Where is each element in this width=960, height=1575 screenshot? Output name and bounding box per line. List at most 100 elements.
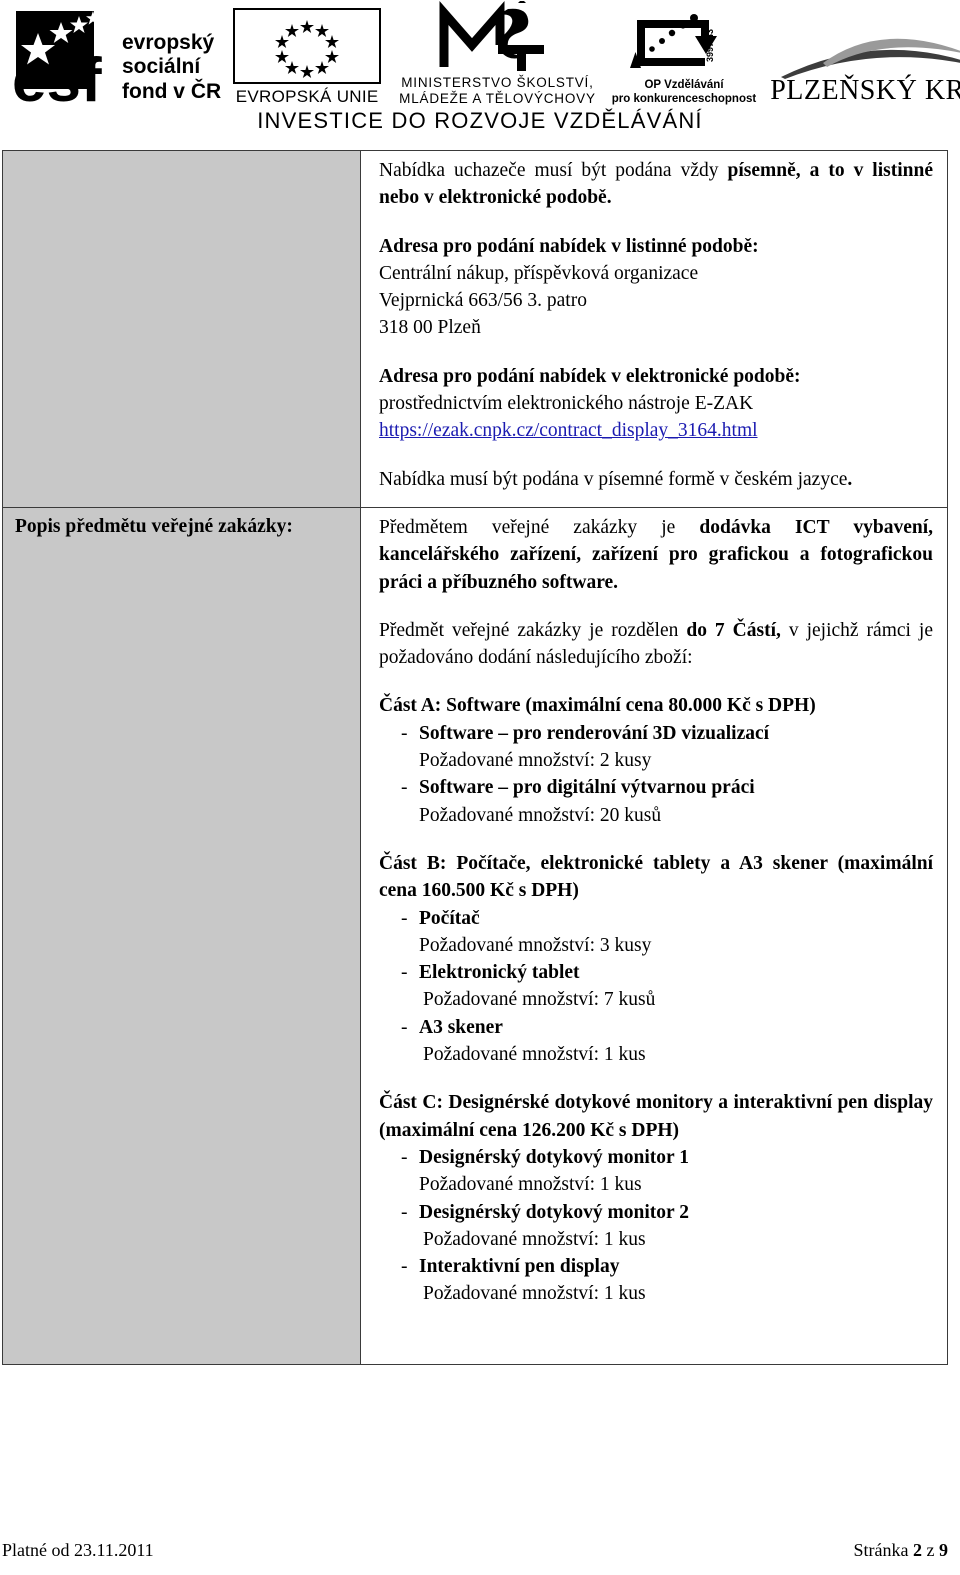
footer-page-word: Stránka: [853, 1540, 909, 1560]
eu-logo: EVROPSKÁ UNIE: [233, 8, 382, 109]
split-paragraph: Předmět veřejné zakázky je rozdělen do 7…: [379, 617, 933, 672]
bullet-dash-icon: -: [401, 722, 408, 744]
language-note-period: .: [847, 468, 853, 490]
esf-logo: esf evropský sociální fond v ČR: [8, 9, 221, 109]
bullet-dash-icon: -: [401, 1256, 408, 1278]
paper-address-line-2: Vejprnická 663/56 3. patro: [379, 290, 587, 312]
subject-paragraph: Předmětem veřejné zakázky je dodávka ICT…: [379, 514, 933, 596]
logo-row: esf evropský sociální fond v ČR EVROPSKÁ…: [8, 0, 960, 109]
paper-address-line-3: 318 00 Plzeň: [379, 317, 481, 339]
ezak-link[interactable]: https://ezak.cnpk.cz/contract_display_31…: [379, 420, 758, 441]
op-vzdelavani-logo: 3997-43 OP Vzdělávání pro konkurencescho…: [612, 12, 756, 109]
table-row-submission: Nabídka uchazeče musí být podána vždy pí…: [2, 150, 948, 508]
part-b-item-2-line: - A3 skener: [379, 1014, 933, 1041]
part-c-item-2-name: Interaktivní pen display: [419, 1256, 620, 1278]
bullet-dash-icon: -: [401, 1016, 408, 1038]
eu-flag-icon: [233, 8, 382, 84]
electronic-address-line-1: prostřednictvím elektronického nástroje …: [379, 393, 754, 415]
language-note-paragraph: Nabídka musí být podána v písemné formě …: [379, 466, 933, 493]
part-a-item-list: - Software – pro renderování 3D vizualiz…: [379, 720, 933, 829]
part-b-item-0-qty: Požadované množství: 3 kusy: [419, 934, 652, 956]
investice-slogan: INVESTICE DO ROZVOJE VZDĚLÁVÁNÍ: [257, 108, 703, 133]
esf-mark-icon: esf: [8, 9, 120, 109]
op-code-text: 3997-43: [705, 29, 715, 62]
part-c-item-1-line: - Designérský dotykový monitor 2: [379, 1199, 933, 1226]
page-footer: Platné od 23.11.2011 Stránka 2 z 9: [2, 1540, 948, 1561]
part-c-item-0-line: - Designérský dotykový monitor 1: [379, 1144, 933, 1171]
footer-page-current: 2: [913, 1540, 922, 1560]
header-logo-strip: esf evropský sociální fond v ČR EVROPSKÁ…: [0, 0, 960, 145]
submission-intro-normal: Nabídka uchazeče musí být podána vždy: [379, 160, 728, 181]
part-b-item-list: - Počítač Požadované množství: 3 kusy - …: [379, 905, 933, 1069]
part-b-item-1-qty: Požadované množství: 7 kusů: [423, 989, 656, 1011]
list-item: - Počítač Požadované množství: 3 kusy: [379, 905, 933, 960]
row2-body-cell: Předmětem veřejné zakázky je dodávka ICT…: [360, 506, 948, 1365]
op-vzdelavani-mark-icon: 3997-43: [612, 12, 756, 78]
part-a-item-1-line: - Software – pro digitální výtvarnou prá…: [379, 774, 933, 801]
list-item: - Designérský dotykový monitor 2 Požadov…: [379, 1199, 933, 1254]
svg-text:esf: esf: [12, 46, 102, 109]
plzensky-kraj-logo: PLZEŇSKÝ KRAJ: [770, 33, 960, 109]
paper-address-line-1: Centrální nákup, příspěvková organizace: [379, 262, 699, 284]
msmt-caption: MINISTERSTVO ŠKOLSTVÍ, MLÁDEŽE A TĚLOVÝC…: [399, 75, 596, 107]
plzensky-kraj-arc-icon: [770, 33, 960, 79]
list-item: - Software – pro digitální výtvarnou prá…: [379, 774, 933, 829]
part-b-item-2-name: A3 skener: [419, 1016, 503, 1038]
msmt-caption-line-2: MLÁDEŽE A TĚLOVÝCHOVY: [399, 91, 596, 107]
list-item: - Interaktivní pen display Požadované mn…: [379, 1253, 933, 1308]
list-item: - Elektronický tablet Požadované množstv…: [379, 959, 933, 1014]
part-c-item-1-name: Designérský dotykový monitor 2: [419, 1201, 689, 1223]
part-a-item-0-name: Software – pro renderování 3D vizualizac…: [419, 722, 770, 744]
esf-wordmark: evropský sociální fond v ČR: [122, 31, 221, 109]
part-c-item-1-qty: Požadované množství: 1 kus: [423, 1228, 646, 1250]
bullet-dash-icon: -: [401, 777, 408, 799]
part-c-heading: Část C: Designérské dotykové monitory a …: [379, 1092, 933, 1141]
footer-page-of: z: [926, 1540, 935, 1560]
electronic-address-heading: Adresa pro podání nabídek v elektronické…: [379, 365, 801, 387]
row2-label-cell: Popis předmětu veřejné zakázky:: [2, 506, 361, 1365]
esf-line-3: fond v ČR: [122, 80, 222, 104]
part-b-item-0-line: - Počítač: [379, 905, 933, 932]
bullet-dash-icon: -: [401, 907, 408, 929]
part-a-item-0-qty: Požadované množství: 2 kusy: [419, 750, 652, 772]
op-caption-line-2: pro konkurenceschopnost: [611, 93, 757, 106]
bullet-dash-icon: -: [401, 962, 408, 984]
msmt-caption-line-1: MINISTERSTVO ŠKOLSTVÍ,: [401, 75, 594, 91]
footer-page-number: Stránka 2 z 9: [854, 1540, 948, 1561]
part-a-heading: Část A: Software (maximální cena 80.000 …: [379, 695, 816, 717]
split-bold: do 7 Částí,: [686, 619, 781, 641]
part-a-item-1-qty: Požadované množství: 20 kusů: [419, 804, 662, 826]
language-note: Nabídka musí být podána v písemné formě …: [379, 468, 848, 490]
subject-normal: Předmětem veřejné zakázky je: [379, 516, 700, 538]
part-b-item-1-line: - Elektronický tablet: [379, 959, 933, 986]
part-b-item-2-qty: Požadované množství: 1 kus: [423, 1044, 646, 1066]
part-a-item-0-line: - Software – pro renderování 3D vizualiz…: [379, 720, 933, 747]
msmt-logo: MINISTERSTVO ŠKOLSTVÍ, MLÁDEŽE A TĚLOVÝC…: [399, 0, 596, 109]
submission-intro-paragraph: Nabídka uchazeče musí být podána vždy pí…: [379, 157, 933, 212]
bullet-dash-icon: -: [401, 1146, 408, 1168]
list-item: - Designérský dotykový monitor 1 Požadov…: [379, 1144, 933, 1199]
msmt-mark-icon: [399, 0, 596, 73]
bullet-dash-icon: -: [401, 1201, 408, 1223]
eu-caption: EVROPSKÁ UNIE: [235, 87, 379, 106]
plzensky-kraj-caption: PLZEŇSKÝ KRAJ: [770, 75, 960, 106]
esf-line-2: sociální: [122, 55, 201, 79]
row1-body-cell: Nabídka uchazeče musí být podána vždy pí…: [360, 150, 948, 508]
part-c-item-2-qty: Požadované množství: 1 kus: [423, 1283, 646, 1305]
split-normal-1: Předmět veřejné zakázky je rozdělen: [379, 619, 687, 641]
part-a-item-1-name: Software – pro digitální výtvarnou práci: [419, 777, 755, 799]
row1-label-cell: [2, 150, 361, 508]
op-caption-line-1: OP Vzdělávání: [644, 79, 724, 92]
list-item: - Software – pro renderování 3D vizualiz…: [379, 720, 933, 775]
part-b-item-1-name: Elektronický tablet: [419, 962, 580, 984]
ezak-link-paragraph: https://ezak.cnpk.cz/contract_display_31…: [379, 417, 933, 444]
